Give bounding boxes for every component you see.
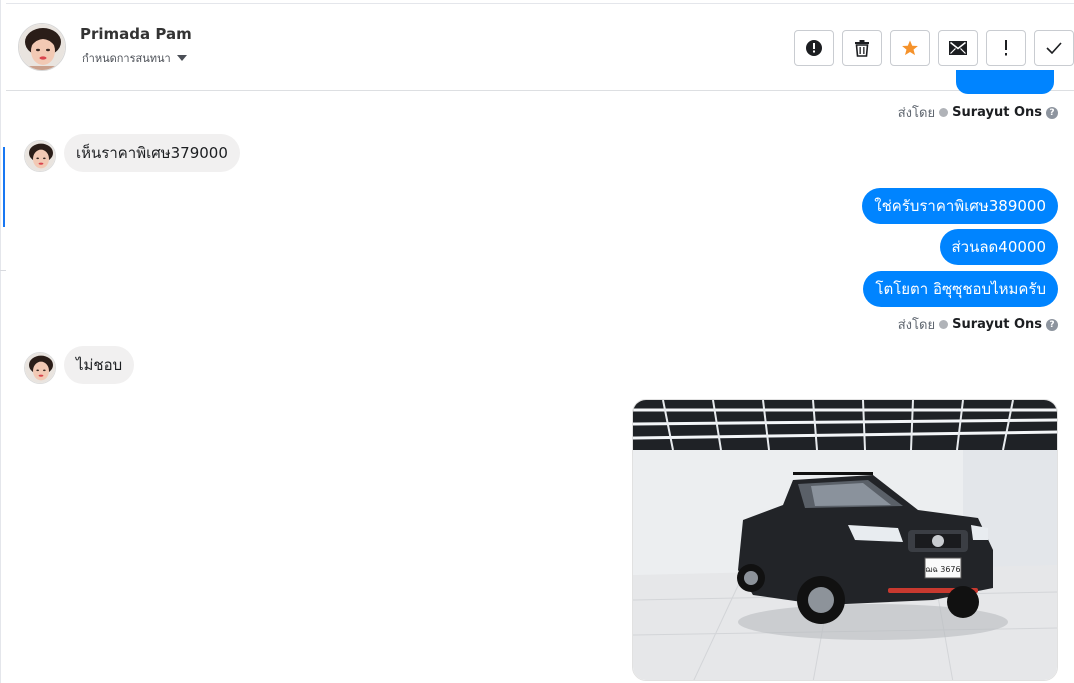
contact-name[interactable]: Primada Pam [80, 25, 192, 43]
license-plate: ฌฉ 3676 [925, 565, 960, 574]
sent-check-icon [939, 108, 949, 117]
active-thread-indicator [3, 147, 5, 227]
exclamation-icon [1005, 40, 1007, 56]
outgoing-message[interactable]: ใช่ครับราคาพิเศษ389000 [862, 188, 1058, 224]
delete-button[interactable] [842, 30, 882, 66]
contact-avatar[interactable] [18, 23, 66, 71]
mark-done-button[interactable] [1034, 30, 1074, 66]
sent-by-label: ส่งโดย [897, 106, 936, 121]
sent-by-label: ส่งโดย [897, 318, 936, 333]
contact-avatar-small [24, 140, 56, 172]
outgoing-message[interactable]: ส่วนลด40000 [939, 229, 1058, 265]
assign-conversation-label: กำหนดการสนทนา [82, 52, 171, 65]
sidebar-divider [0, 0, 1, 683]
contact-avatar-small [24, 352, 56, 384]
incoming-message[interactable]: เห็นราคาพิเศษ379000 [64, 134, 240, 172]
star-icon [902, 40, 918, 56]
alert-circle-icon [806, 40, 822, 56]
message-bubble-partial [956, 70, 1054, 94]
trash-icon [855, 40, 869, 57]
conversation-header: Primada Pam กำหนดการสนทนา [6, 3, 1074, 91]
sent-by-line: ส่งโดย Surayut Ons ? [898, 102, 1058, 123]
follow-up-button[interactable] [986, 30, 1026, 66]
sent-by-line: ส่งโดย Surayut Ons ? [898, 314, 1058, 335]
report-spam-button[interactable] [794, 30, 834, 66]
incoming-message[interactable]: ไม่ชอบ [64, 346, 135, 384]
assign-conversation-dropdown[interactable]: กำหนดการสนทนา [82, 49, 187, 67]
conversation-actions [794, 30, 1074, 66]
help-icon[interactable]: ? [1046, 318, 1058, 331]
caret-down-icon [176, 55, 187, 61]
help-icon[interactable]: ? [1046, 106, 1058, 119]
outgoing-message[interactable]: โตโยตา อิซุซุชอบไหมครับ [863, 271, 1058, 307]
star-button[interactable] [890, 30, 930, 66]
sent-by-agent: Surayut Ons [952, 105, 1042, 120]
envelope-icon [949, 41, 967, 55]
outgoing-photo-truck[interactable]: ฌฉ 3676 [632, 399, 1058, 681]
mark-unread-button[interactable] [938, 30, 978, 66]
sidebar-divider-tick [0, 270, 6, 271]
sent-by-agent: Surayut Ons [952, 317, 1042, 332]
checkmark-icon [1046, 42, 1062, 54]
sent-check-icon [939, 320, 949, 329]
